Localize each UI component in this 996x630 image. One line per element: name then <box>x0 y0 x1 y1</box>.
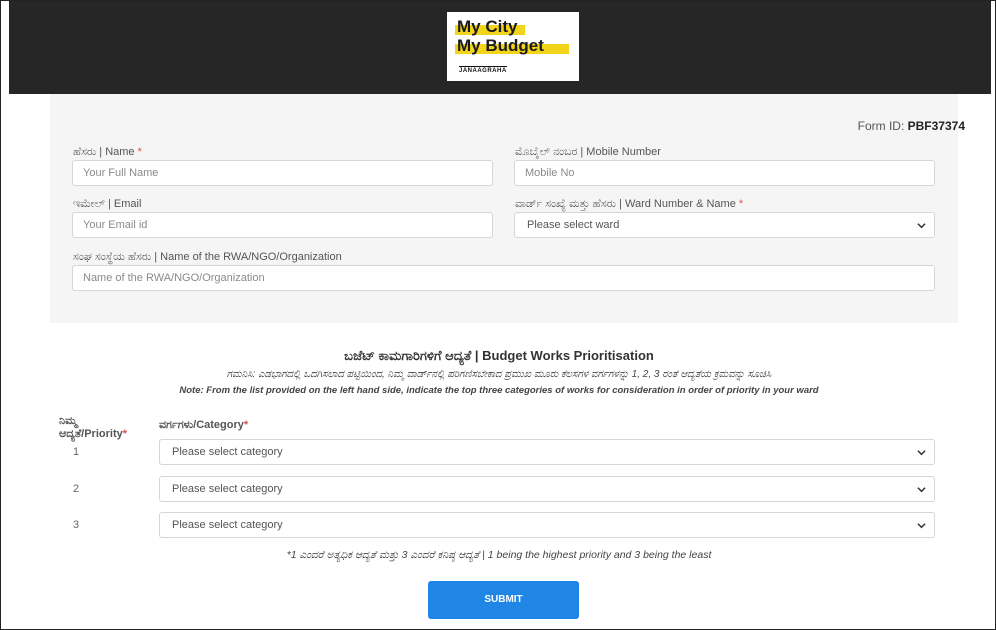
name-label: ಹೆಸರು | Name * <box>73 146 142 159</box>
email-placeholder: Your Email id <box>83 219 148 231</box>
ward-selected-value: Please select ward <box>527 219 620 231</box>
email-input[interactable]: Your Email id <box>72 212 493 238</box>
mobile-input[interactable]: Mobile No <box>514 160 935 186</box>
chevron-down-icon <box>917 450 926 456</box>
category-select-3[interactable]: Please select category <box>159 512 935 538</box>
top-header: My City My Budget JANAAGRAHA <box>9 1 991 94</box>
prioritisation-note-english: Note: From the list provided on the left… <box>179 385 819 396</box>
my-city-my-budget-logo: My City My Budget JANAAGRAHA <box>447 12 579 81</box>
ward-label-text: ವಾರ್ಡ್ ಸಂಖ್ಯೆ ಮತ್ತು ಹೆಸರು | Ward Number … <box>515 198 736 210</box>
form-id-label: Form ID: <box>857 119 905 133</box>
logo-line-2: My Budget <box>457 36 544 55</box>
ward-label: ವಾರ್ಡ್ ಸಂಖ್ಯೆ ಮತ್ತು ಹೆಸರು | Ward Number … <box>515 198 743 211</box>
priority-number: 1 <box>73 446 80 458</box>
category-column-header: ವರ್ಗಗಳು/Category* <box>159 419 248 432</box>
org-label: ಸಂಘ ಸಂಸ್ಥೆಯ ಹೆಸರು | Name of the RWA/NGO/… <box>73 251 342 263</box>
category-selected-value: Please select category <box>172 446 283 458</box>
category-selected-value: Please select category <box>172 483 283 495</box>
name-input[interactable]: Your Full Name <box>72 160 493 186</box>
category-select-2[interactable]: Please select category <box>159 476 935 502</box>
chevron-down-icon <box>917 223 926 229</box>
mobile-placeholder: Mobile No <box>525 167 575 179</box>
category-select-1[interactable]: Please select category <box>159 439 935 465</box>
name-placeholder: Your Full Name <box>83 167 159 179</box>
form-id-value: PBF37374 <box>907 119 965 133</box>
priority-column-header: ನಿಮ್ಮ ಆದ್ಯತೆ/Priority* <box>59 415 154 441</box>
priority-number: 2 <box>73 483 80 495</box>
name-label-text: ಹೆಸರು | Name <box>73 146 135 158</box>
category-header-text: ವರ್ಗಗಳು/Category <box>159 419 244 431</box>
chevron-down-icon <box>917 523 926 529</box>
required-mark: * <box>122 428 128 440</box>
logo-subtitle: JANAAGRAHA <box>459 66 507 74</box>
priority-number: 3 <box>73 519 80 531</box>
priority-header-line2: ಆದ್ಯತೆ/Priority <box>59 428 123 440</box>
ward-select[interactable]: Please select ward <box>514 212 935 238</box>
submit-button[interactable]: SUBMIT <box>428 581 579 619</box>
category-selected-value: Please select category <box>172 519 283 531</box>
prioritisation-title: ಬಜೆಟ್ ಕಾಮಗಾರಿಗಳಿಗೆ ಆದ್ಯತೆ | Budget Works… <box>344 348 654 363</box>
org-placeholder: Name of the RWA/NGO/Organization <box>83 272 265 284</box>
prioritisation-note-kannada: ಗಮನಿಸಿ: ಎಡಭಾಗದಲ್ಲಿ ಒದಗಿಸಲಾದ ಪಟ್ಟಿಯಿಂದ, ನ… <box>226 369 772 380</box>
logo-line-1: My City <box>457 17 518 36</box>
form-id: Form ID: PBF37374 <box>858 119 965 133</box>
priority-footnote: *1 ಎಂದರೆ ಅತ್ಯಧಿಕ ಆದ್ಯತೆ ಮತ್ತು 3 ಎಂದರೆ ಕನ… <box>286 549 712 561</box>
email-label: ಇಮೇಲ್ | Email <box>73 198 142 210</box>
priority-header-line1: ನಿಮ್ಮ <box>59 415 78 427</box>
required-mark: * <box>243 419 249 431</box>
page-frame: My City My Budget JANAAGRAHA Form ID: PB… <box>0 0 996 630</box>
chevron-down-icon <box>917 487 926 493</box>
required-mark: * <box>738 198 744 210</box>
org-input[interactable]: Name of the RWA/NGO/Organization <box>72 265 935 291</box>
mobile-label: ಮೊಬೈಲ್ ನಂಬರ | Mobile Number <box>515 146 661 158</box>
required-mark: * <box>137 146 142 158</box>
